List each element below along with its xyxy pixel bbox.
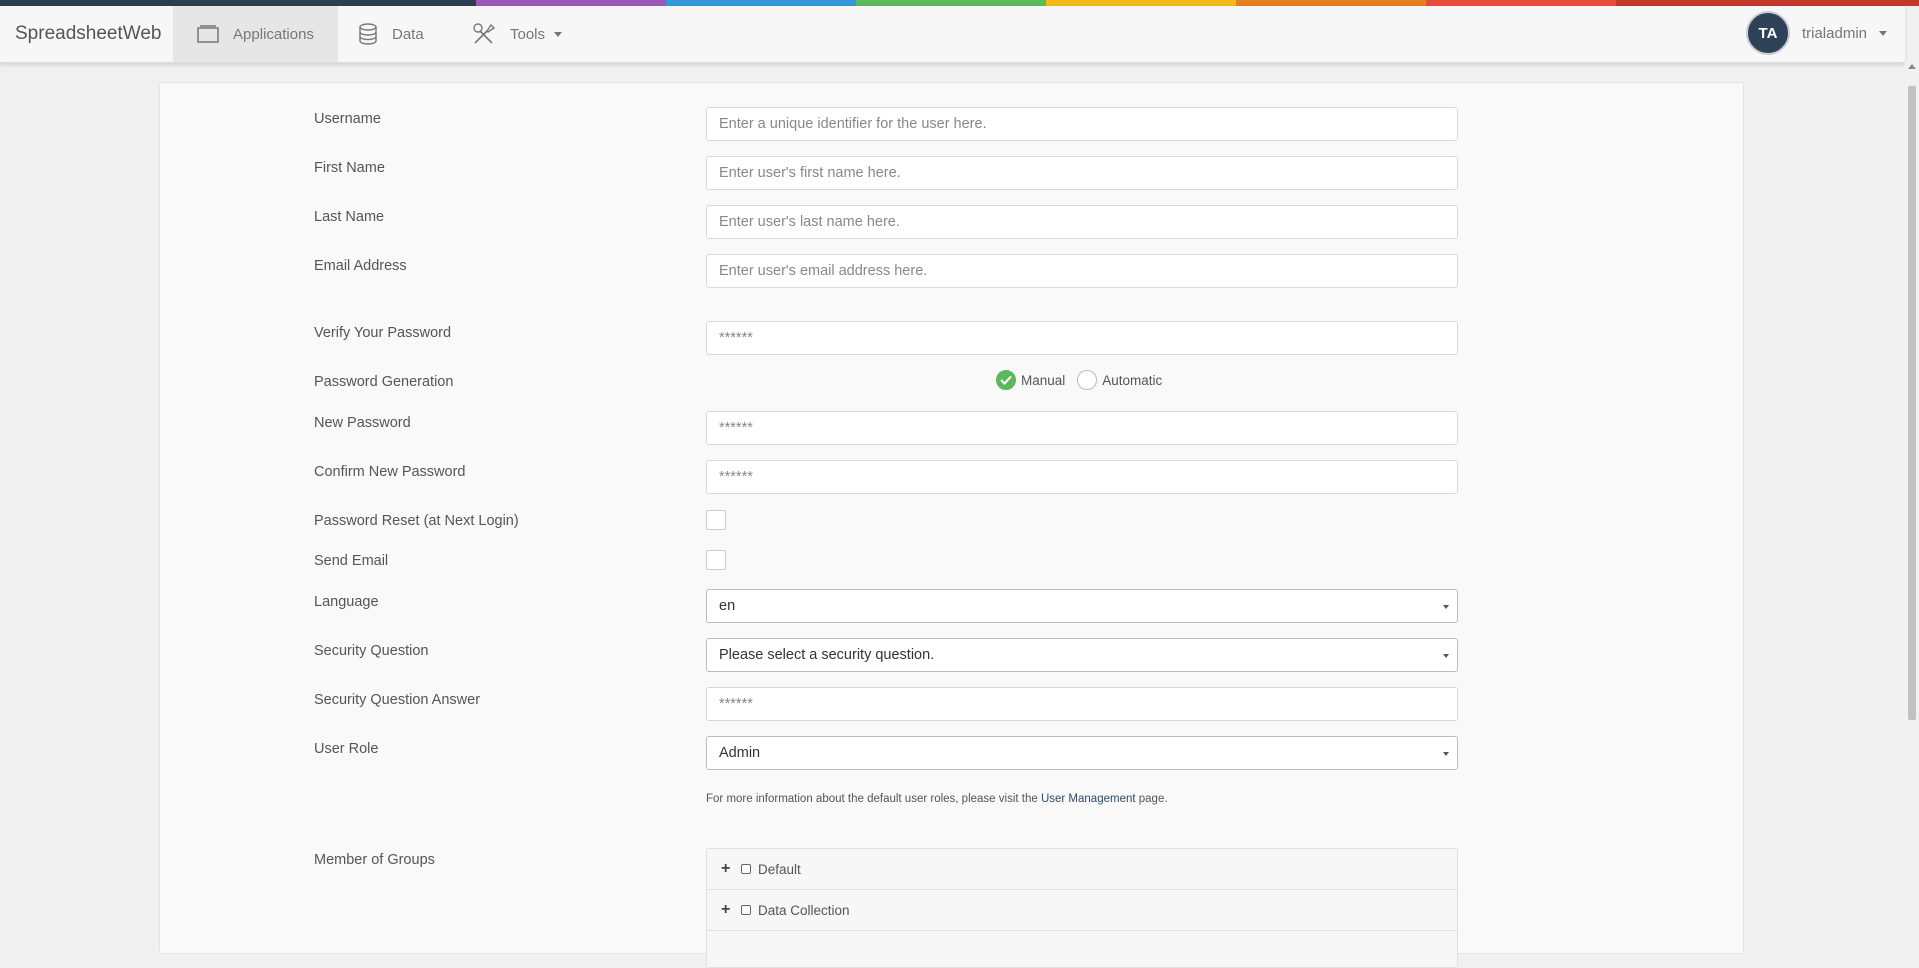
verify-password-input[interactable] (706, 321, 1458, 355)
user-management-link[interactable]: User Management (1041, 793, 1136, 805)
password-reset-label: Password Reset (at Next Login) (314, 513, 519, 529)
chevron-down-icon (554, 31, 563, 37)
group-checkbox[interactable] (741, 905, 751, 915)
radio-manual-label: Manual (1021, 372, 1066, 388)
group-label: Data Collection (758, 902, 850, 918)
dropdown-arrow-icon (1443, 605, 1449, 609)
avatar: TA (1745, 11, 1790, 55)
security-answer-label: Security Question Answer (314, 692, 481, 708)
user-role-select[interactable]: Admin (706, 736, 1458, 770)
groups-tree: + Default + Data Collection (706, 848, 1458, 968)
nav-applications-label: Applications (233, 25, 314, 43)
radio-automatic-label: Automatic (1102, 372, 1163, 388)
user-role-help-text: For more information about the default u… (706, 793, 1168, 805)
radio-manual[interactable] (996, 370, 1016, 390)
brand-logo[interactable]: SpreadsheetWeb (15, 23, 161, 45)
new-password-label: New Password (314, 415, 411, 431)
password-reset-checkbox[interactable] (706, 510, 726, 530)
nav-data[interactable]: Data (358, 6, 424, 62)
password-generation-radios: Manual Automatic (996, 370, 1162, 390)
confirm-password-input[interactable] (706, 460, 1458, 494)
security-answer-input[interactable] (706, 687, 1458, 721)
top-navbar: SpreadsheetWeb Applications Data Tools T… (0, 6, 1905, 63)
password-generation-label: Password Generation (314, 374, 454, 390)
security-question-value: Please select a security question. (719, 647, 935, 663)
tools-icon (473, 23, 496, 44)
nav-tools-label: Tools (510, 25, 546, 43)
send-email-checkbox[interactable] (706, 550, 726, 570)
user-role-label: User Role (314, 741, 379, 757)
expand-plus-icon[interactable]: + (721, 860, 735, 878)
scrollbar[interactable] (1905, 62, 1919, 937)
security-question-label: Security Question (314, 643, 429, 659)
new-password-input[interactable] (706, 411, 1458, 445)
last-name-label: Last Name (314, 209, 385, 225)
email-label: Email Address (314, 258, 407, 274)
first-name-label: First Name (314, 160, 385, 176)
help-prefix: For more information about the default u… (706, 793, 1041, 805)
verify-password-label: Verify Your Password (314, 325, 452, 341)
dropdown-arrow-icon (1443, 752, 1449, 756)
database-icon (359, 23, 377, 45)
nav-tools[interactable]: Tools (472, 6, 563, 62)
group-item-default[interactable]: + Default (707, 849, 1457, 890)
group-item-data-collection[interactable]: + Data Collection (707, 890, 1457, 931)
check-icon (1000, 375, 1012, 385)
user-form-panel: Username First Name Last Name Email Addr… (159, 82, 1744, 968)
nav-data-label: Data (392, 25, 424, 43)
expand-plus-icon[interactable]: + (721, 901, 735, 919)
nav-applications[interactable]: Applications (173, 6, 338, 62)
send-email-label: Send Email (314, 553, 389, 569)
first-name-input[interactable] (706, 156, 1458, 190)
group-label: Default (758, 861, 801, 877)
radio-automatic[interactable] (1077, 370, 1098, 390)
last-name-input[interactable] (706, 205, 1458, 239)
user-menu[interactable]: TA trialadmin (1745, 11, 1887, 55)
user-role-value: Admin (719, 745, 761, 761)
confirm-password-label: Confirm New Password (314, 464, 466, 480)
groups-label: Member of Groups (314, 852, 435, 868)
group-checkbox[interactable] (741, 864, 751, 874)
language-select[interactable]: en (706, 589, 1458, 623)
security-question-select[interactable]: Please select a security question. (706, 638, 1458, 672)
language-label: Language (314, 594, 379, 610)
help-suffix: page. (1135, 793, 1168, 805)
dropdown-arrow-icon (1443, 654, 1449, 658)
language-value: en (719, 598, 736, 614)
window-icon (197, 25, 219, 43)
username-label: Username (314, 111, 381, 127)
email-input[interactable] (706, 254, 1458, 288)
scroll-up-icon[interactable] (1908, 64, 1916, 69)
user-name: trialadmin (1801, 24, 1867, 42)
scrollbar-thumb[interactable] (1908, 86, 1916, 720)
chevron-down-icon (1879, 30, 1887, 36)
username-input[interactable] (706, 107, 1458, 141)
